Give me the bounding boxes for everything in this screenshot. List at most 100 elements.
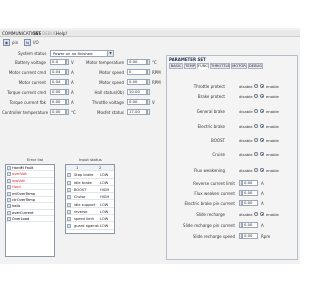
- reading-stepper[interactable]: [66, 89, 69, 95]
- error-led-icon: [7, 185, 11, 190]
- input-value: LOW: [100, 209, 109, 214]
- reading-stepper[interactable]: [66, 69, 69, 75]
- field-unit: A: [261, 191, 264, 196]
- error-item-text: ctrOverTemp: [12, 198, 36, 202]
- tab-temp[interactable]: TEMP: [184, 63, 196, 69]
- reading-unit: V: [152, 100, 155, 105]
- error-list: HardM Fault overVolt lowVolt Hard mtOverTemp…: [5, 164, 55, 257]
- reading-stepper[interactable]: [66, 79, 69, 85]
- disable-radio[interactable]: [254, 168, 258, 172]
- reading-value: 0.00: [127, 99, 147, 105]
- reading-label: Battery voltage: [14, 60, 46, 65]
- disable-radio[interactable]: [254, 152, 258, 156]
- chevron-down-icon: ▼: [107, 51, 113, 56]
- reading-unit: A: [71, 80, 74, 85]
- pin-label: pin: [12, 40, 19, 45]
- field-value[interactable]: 0.00: [242, 180, 258, 186]
- input-value: LOW: [100, 224, 109, 229]
- input-status-header: 1 2: [66, 165, 114, 172]
- system-status-dropdown[interactable]: Power on no finished ▼: [50, 50, 114, 57]
- disable-text: disable: [239, 124, 253, 129]
- enable-radio[interactable]: [260, 138, 264, 142]
- table-row[interactable]: speed limit LOW: [66, 216, 114, 223]
- reading-value: 0.04: [50, 79, 66, 85]
- enable-radio[interactable]: [260, 94, 264, 98]
- reading-stepper[interactable]: [66, 99, 69, 105]
- reading-stepper[interactable]: [147, 79, 150, 85]
- reading-stepper[interactable]: [66, 59, 69, 65]
- tab-throttle[interactable]: THROTTLE: [210, 63, 230, 69]
- table-row[interactable]: reverse LOW: [66, 209, 114, 216]
- reading-unit: V: [71, 60, 74, 65]
- io-icon[interactable]: ⇆: [24, 39, 31, 46]
- disable-radio[interactable]: [254, 84, 258, 88]
- reading-value: 10.00: [127, 89, 147, 95]
- disable-text: disable: [239, 138, 253, 143]
- reading-label: Motor temperature: [86, 60, 124, 65]
- error-item-text: OverLoad: [12, 217, 30, 222]
- tab-debug[interactable]: DEBUG: [248, 63, 263, 69]
- enable-radio[interactable]: [260, 168, 264, 172]
- enable-radio[interactable]: [260, 109, 264, 113]
- reading-value: 0.0: [50, 59, 66, 65]
- field-value[interactable]: 0.00: [242, 222, 258, 228]
- input-name: reverse: [74, 209, 88, 214]
- input-led-icon: [67, 209, 71, 214]
- field-unit: Rpm: [261, 234, 271, 239]
- input-led-icon: [67, 187, 71, 192]
- input-name: Stop brake: [74, 173, 94, 178]
- col-1-header: 1: [76, 166, 79, 170]
- table-row[interactable]: Stop brake LOW: [66, 172, 114, 179]
- reading-stepper[interactable]: [147, 99, 150, 105]
- field-value[interactable]: 0.00: [242, 233, 258, 239]
- disable-text: disable: [239, 109, 253, 114]
- input-value: LOW: [100, 180, 109, 185]
- list-item[interactable]: mtOverTemp: [6, 191, 54, 197]
- table-row[interactable]: idle support LOW: [66, 202, 114, 208]
- menu-help[interactable]: Help!: [56, 31, 67, 36]
- field-value[interactable]: 0.00: [242, 190, 258, 196]
- list-item[interactable]: overVolt: [6, 171, 54, 178]
- reading-stepper[interactable]: [147, 59, 150, 65]
- pin-icon[interactable]: ◉: [3, 39, 10, 46]
- table-row[interactable]: Idle brake LOW: [66, 180, 114, 186]
- reading-stepper[interactable]: [147, 89, 150, 95]
- reading-unit: A: [71, 70, 74, 75]
- reading-label: Mosfet status: [97, 110, 124, 115]
- reading-stepper[interactable]: [66, 109, 69, 115]
- tab-func[interactable]: FUNC: [197, 63, 209, 69]
- list-item[interactable]: OverLoad: [6, 216, 54, 223]
- list-item[interactable]: overCurrent: [6, 210, 54, 217]
- disable-radio[interactable]: [254, 109, 258, 113]
- reading-value: 0.00: [127, 59, 147, 65]
- table-row[interactable]: guard against LOW: [66, 223, 114, 230]
- list-item[interactable]: lowVolt: [6, 178, 54, 185]
- disable-radio[interactable]: [254, 94, 258, 98]
- toggle-label: BOOST: [211, 138, 225, 143]
- list-item[interactable]: halls: [6, 203, 54, 210]
- table-row[interactable]: Cruise HIGH: [66, 194, 114, 201]
- disable-radio[interactable]: [254, 138, 258, 142]
- tab-basic[interactable]: BASIC: [169, 63, 183, 69]
- disable-radio[interactable]: [254, 124, 258, 128]
- enable-radio[interactable]: [260, 84, 264, 88]
- input-led-icon: [67, 217, 71, 222]
- input-status-table: 1 2 Stop brake LOW Idle brake LOW BOOST HIGH C…: [65, 164, 115, 234]
- list-item[interactable]: HardM Fault: [6, 165, 54, 172]
- reading-stepper[interactable]: [147, 109, 150, 115]
- field-unit: A: [261, 201, 264, 206]
- toolbar: ◉ pin ⇆ I/O: [0, 38, 162, 48]
- enable-radio[interactable]: [260, 212, 264, 216]
- enable-radio[interactable]: [260, 152, 264, 156]
- menu-debug[interactable]: DEBUG: [42, 31, 57, 36]
- disable-radio[interactable]: [254, 212, 258, 216]
- enable-text: enable: [266, 212, 279, 217]
- field-value[interactable]: 0.00: [242, 200, 258, 206]
- reading-stepper[interactable]: [147, 69, 150, 75]
- list-item[interactable]: Hard: [6, 184, 54, 191]
- menu-set[interactable]: SET: [33, 31, 41, 36]
- list-item[interactable]: ctrOverTemp: [6, 197, 54, 204]
- tab-motor[interactable]: MOTOR: [231, 63, 247, 69]
- enable-radio[interactable]: [260, 124, 264, 128]
- table-row[interactable]: BOOST HIGH: [66, 187, 114, 194]
